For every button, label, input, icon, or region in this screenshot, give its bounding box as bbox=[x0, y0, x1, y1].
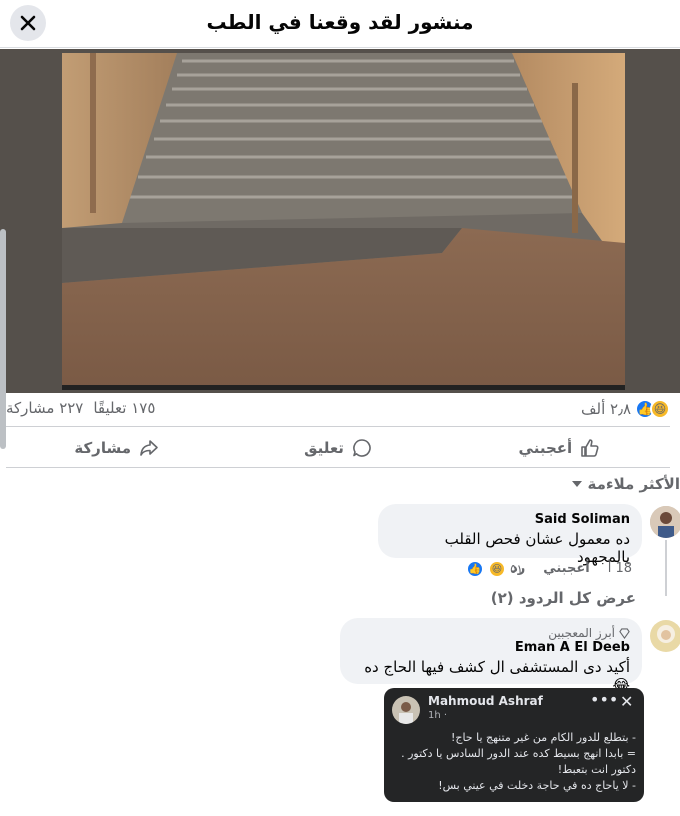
card-time: 1h · bbox=[428, 710, 448, 721]
top-fan-badge: أبرز المعجبين bbox=[352, 626, 630, 640]
comment-attached-image[interactable]: Mahmoud Ashraf 1h · ••• ✕ - بتطلع للدور … bbox=[384, 688, 644, 802]
post-actions: أعجبني تعليق مشاركة bbox=[6, 428, 670, 468]
comment-icon bbox=[353, 439, 371, 457]
divider bbox=[6, 426, 670, 427]
card-line: - لا ياحاج ده في حاجة دخلت في عيني بس! bbox=[438, 779, 636, 792]
comments-count[interactable]: ١٧٥ تعليقًا bbox=[93, 399, 155, 417]
haha-reaction-icon: 😆 bbox=[488, 560, 506, 578]
reactions-count: ٢٫٨ ألف bbox=[580, 400, 631, 418]
share-button[interactable]: مشاركة bbox=[6, 428, 227, 468]
close-icon: ✕ bbox=[620, 692, 634, 711]
reaction-icons: 👍 😆 bbox=[635, 399, 670, 419]
thread-line bbox=[665, 540, 667, 596]
avatar bbox=[392, 696, 420, 724]
comment-bubble: أبرز المعجبين Eman A El Deeb أكيد دى الم… bbox=[340, 618, 642, 694]
comment-reactions[interactable]: ٥١ 😆 👍 bbox=[466, 560, 523, 578]
comment-reactions-count: ٥١ bbox=[510, 562, 523, 576]
card-author: Mahmoud Ashraf bbox=[428, 694, 543, 708]
comment-button[interactable]: تعليق bbox=[227, 428, 448, 468]
comment-author[interactable]: Eman A El Deeb bbox=[352, 640, 630, 655]
divider bbox=[6, 467, 670, 468]
page-title: منشور لقد وقعنا في الطب bbox=[206, 10, 474, 34]
like-reaction-icon: 👍 bbox=[466, 560, 484, 578]
view-replies-link[interactable]: عرض كل الردود (٢) bbox=[491, 589, 636, 607]
like-button[interactable]: أعجبني bbox=[449, 428, 670, 468]
haha-reaction-icon: 😆 bbox=[650, 399, 670, 419]
card-text: - بتطلع للدور الكام من غير متنهج يا حاج!… bbox=[392, 730, 636, 794]
avatar[interactable] bbox=[650, 620, 680, 652]
comment-label: تعليق bbox=[304, 439, 344, 457]
card-line: - بتطلع للدور الكام من غير متنهج يا حاج! bbox=[450, 731, 636, 744]
caret-down-icon bbox=[571, 481, 582, 487]
sort-label: الأكثر ملاءمة bbox=[587, 475, 680, 493]
comment-like-link[interactable]: أعجبني bbox=[543, 561, 589, 576]
more-options-icon: ••• bbox=[590, 690, 619, 709]
comment-author[interactable]: Said Soliman bbox=[390, 512, 630, 527]
top-fan-label: أبرز المعجبين bbox=[548, 626, 615, 640]
reactions-summary[interactable]: 👍 😆 ٢٫٨ ألف bbox=[581, 399, 670, 419]
post-media[interactable] bbox=[0, 49, 680, 449]
shares-count[interactable]: ٢٢٧ مشاركة bbox=[6, 399, 83, 417]
share-icon bbox=[140, 440, 158, 456]
comment-time[interactable]: 18 أ bbox=[608, 561, 632, 576]
share-label: مشاركة bbox=[74, 439, 131, 457]
diamond-icon bbox=[619, 627, 630, 639]
thumbs-up-icon bbox=[581, 439, 599, 457]
close-button[interactable] bbox=[10, 5, 46, 41]
post-stats: 👍 😆 ٢٫٨ ألف ١٧٥ تعليقًا ٢٢٧ مشاركة bbox=[6, 398, 670, 422]
like-label: أعجبني bbox=[518, 439, 573, 457]
staircase-photo bbox=[62, 53, 625, 390]
comment-sort-dropdown[interactable]: الأكثر ملاءمة bbox=[571, 474, 680, 494]
avatar[interactable] bbox=[650, 506, 680, 538]
comment-bubble: Said Soliman ده معمول عشان فحص القلب بال… bbox=[378, 504, 642, 566]
card-line: = بابدا انهج بسيط كده عند الدور السادس ي… bbox=[401, 747, 636, 760]
comment-meta: 18 أ أعجبني رد bbox=[511, 561, 632, 576]
close-icon bbox=[20, 15, 36, 31]
card-line: دكتور انت بتعبط! bbox=[557, 763, 636, 776]
post-header: منشور لقد وقعنا في الطب bbox=[0, 0, 680, 48]
